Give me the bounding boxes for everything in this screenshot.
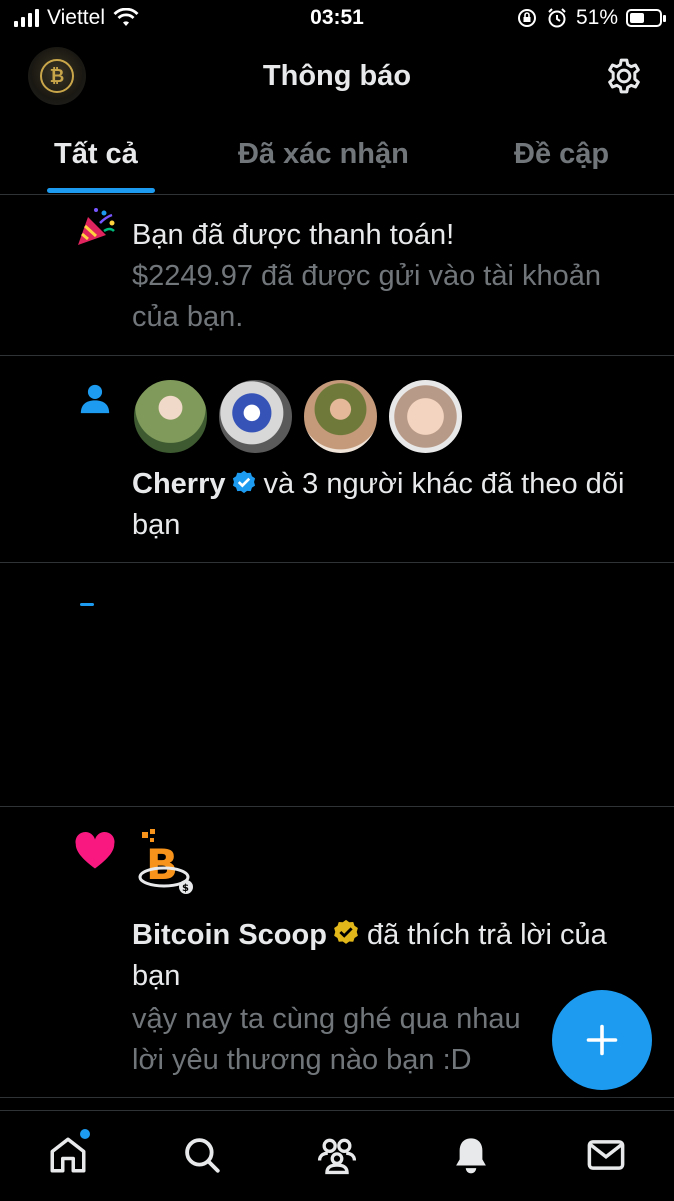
alarm-icon: [548, 8, 566, 28]
header: ₿ Thông báo: [0, 44, 674, 108]
follower-avatar[interactable]: [217, 378, 294, 455]
notification-payment[interactable]: Bạn đã được thanh toán! $2249.97 đã được…: [0, 195, 674, 356]
page-title: Thông báo: [262, 60, 412, 92]
follower-avatar[interactable]: [387, 378, 464, 455]
follow-content: Cherry và 3 người khác đã theo dõi bạn: [132, 464, 654, 546]
battery-icon: [626, 9, 666, 27]
hidden-icon-fragment: [80, 603, 94, 606]
payment-body: $2249.97 đã được gửi vào tài khoản của b…: [132, 260, 601, 333]
notification-follow[interactable]: Cherry và 3 người khác đã theo dõi bạn: [0, 356, 674, 563]
tab-bar: Tất cả Đã xác nhận Đề cập: [0, 124, 674, 195]
home-icon: [50, 1137, 86, 1173]
bottom-navigation: [0, 1110, 674, 1201]
person-icon: [80, 384, 110, 414]
tab-verified[interactable]: Đã xác nhận: [238, 138, 409, 171]
payment-title: Bạn đã được thanh toán!: [132, 219, 455, 251]
bitcoin-scoop-avatar[interactable]: B $: [134, 829, 198, 899]
messages-envelope-icon: [587, 1140, 625, 1170]
notifications-bell-icon: [456, 1138, 486, 1174]
gold-verified-badge-icon: [334, 919, 358, 944]
tab-all[interactable]: Tất cả: [54, 138, 138, 171]
svg-text:B: B: [146, 840, 178, 889]
nav-communities[interactable]: [313, 1131, 361, 1179]
nav-notifications[interactable]: [447, 1131, 495, 1179]
nav-messages[interactable]: [582, 1131, 630, 1179]
status-bar: Viettel 03:51 51%: [0, 0, 674, 40]
tab-mentions[interactable]: Đề cập: [514, 138, 609, 171]
liker-name[interactable]: Bitcoin Scoop: [132, 919, 327, 951]
status-right: 51%: [516, 6, 666, 30]
settings-gear-icon[interactable]: [604, 56, 644, 96]
payment-content: Bạn đã được thanh toán! $2249.97 đã được…: [132, 215, 654, 338]
active-tab-indicator: [47, 188, 155, 193]
follower-avatar[interactable]: [132, 378, 209, 455]
nav-home[interactable]: [44, 1129, 92, 1179]
svg-text:$: $: [182, 883, 189, 894]
home-unread-dot: [80, 1129, 90, 1139]
communities-icon: [317, 1138, 357, 1175]
nav-search[interactable]: [178, 1131, 226, 1179]
rotation-lock-icon: [517, 9, 536, 27]
follower-avatars: [132, 378, 464, 455]
search-icon: [185, 1138, 220, 1173]
follower-avatar[interactable]: [302, 378, 379, 455]
battery-percent: 51%: [575, 6, 618, 29]
compose-button[interactable]: [552, 990, 652, 1090]
notification-hidden[interactable]: [0, 563, 674, 807]
heart-icon: [75, 831, 115, 869]
verified-badge-icon: [232, 470, 255, 494]
party-popper-icon: [78, 208, 115, 245]
plus-icon: [586, 1024, 618, 1056]
follower-name[interactable]: Cherry: [132, 468, 226, 500]
